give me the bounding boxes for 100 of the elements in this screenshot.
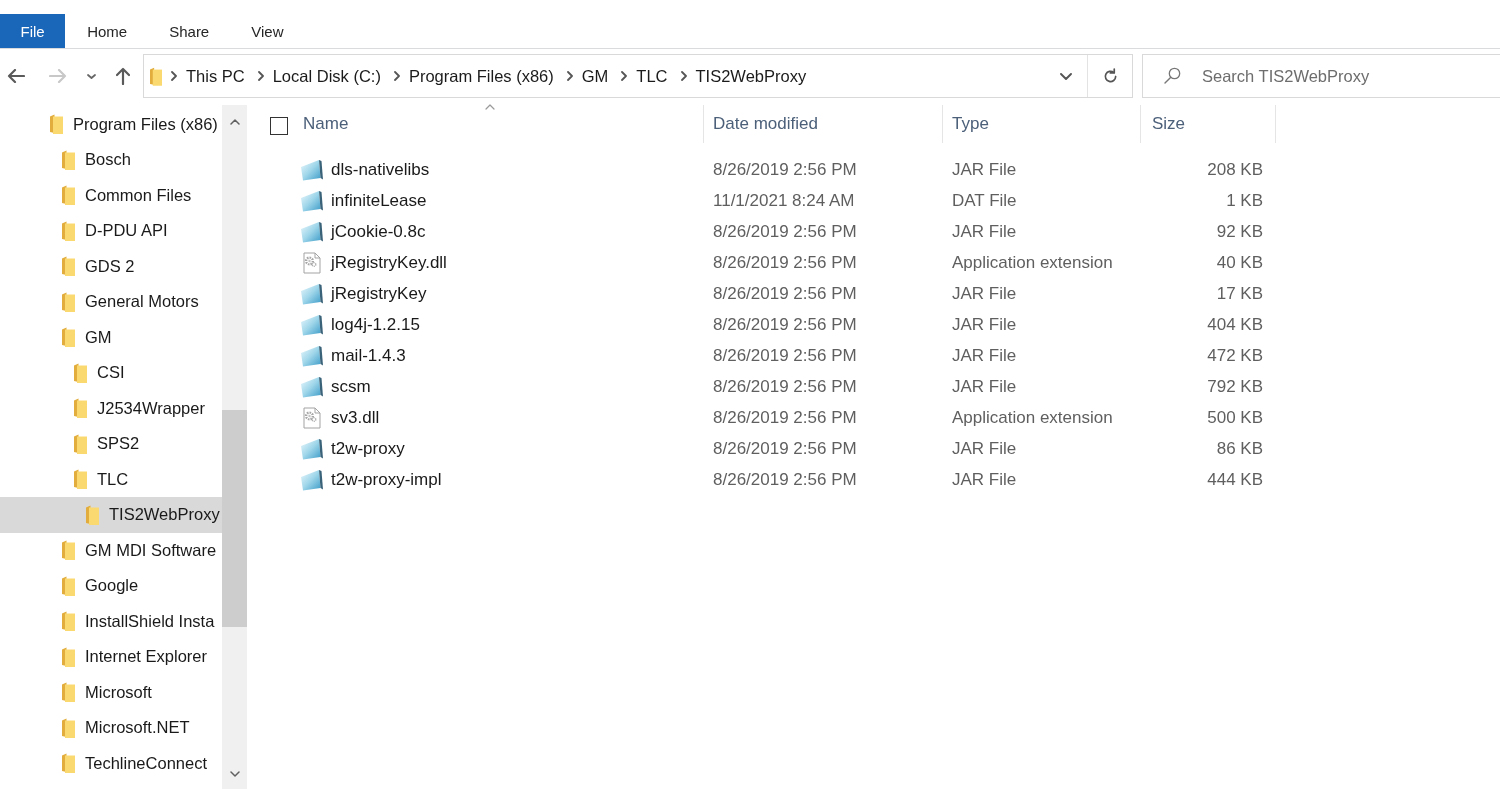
file-name[interactable]: jCookie-0.8c <box>331 222 426 242</box>
folder-icon <box>62 682 75 703</box>
file-date: 8/26/2019 2:56 PM <box>713 408 857 427</box>
file-date: 8/26/2019 2:56 PM <box>713 253 857 272</box>
file-name[interactable]: jRegistryKey <box>331 284 427 304</box>
file-icon <box>300 469 324 491</box>
chevron-right-icon <box>566 71 573 81</box>
address-bar[interactable]: This PC Local Disk (C:) Program Files (x86) GM TLC TIS2WebProxy <box>143 54 1133 98</box>
sidebar-item[interactable]: GM <box>0 319 222 355</box>
file-date: 8/26/2019 2:56 PM <box>713 160 857 179</box>
file-name[interactable]: infiniteLease <box>331 191 427 211</box>
folder-icon <box>62 220 75 241</box>
folder-icon <box>62 611 75 632</box>
column-header[interactable]: Name <box>299 105 704 143</box>
file-name[interactable]: log4j-1.2.15 <box>331 315 420 335</box>
sidebar-item[interactable]: TLC <box>0 461 222 497</box>
gear-document-icon <box>303 407 321 429</box>
sidebar-item[interactable]: Internet Explorer <box>0 639 222 675</box>
file-date: 8/26/2019 2:56 PM <box>713 346 857 365</box>
folder-icon <box>62 291 75 312</box>
sidebar-item[interactable]: General Motors <box>0 284 222 320</box>
breadcrumb-item[interactable]: GM <box>577 62 613 90</box>
sidebar-item[interactable]: Google <box>0 568 222 604</box>
chevron-down-icon[interactable] <box>229 771 240 777</box>
file-name[interactable]: jRegistryKey.dll <box>331 253 447 273</box>
arrow-right-icon <box>49 69 67 83</box>
file-icon <box>300 159 324 181</box>
breadcrumb-item[interactable]: TLC <box>632 62 672 90</box>
file-icon <box>300 314 324 336</box>
chevron-down-icon <box>86 73 96 79</box>
chevron-down-icon <box>1060 72 1072 80</box>
folder-icon <box>62 327 75 348</box>
file-name[interactable]: mail-1.4.3 <box>331 346 406 366</box>
chevron-right-icon <box>393 71 400 81</box>
breadcrumb-item[interactable]: Local Disk (C:) <box>268 62 385 90</box>
folder-icon <box>62 540 75 561</box>
chevron-right-icon <box>171 71 177 81</box>
sidebar-item[interactable]: J2534Wrapper <box>0 390 222 426</box>
file-date: 8/26/2019 2:56 PM <box>713 377 857 396</box>
arrow-up-icon <box>116 67 130 85</box>
file-icon <box>300 283 324 305</box>
sidebar-item[interactable]: TechlineConnect <box>0 745 222 781</box>
file-name[interactable]: scsm <box>331 377 371 397</box>
gear-document-icon <box>303 252 321 274</box>
select-all-checkbox[interactable] <box>270 117 288 135</box>
sidebar-item[interactable]: Program Files (x86) <box>0 106 222 142</box>
file-name[interactable]: sv3.dll <box>331 408 380 428</box>
file-name[interactable]: t2w-proxy <box>331 439 405 459</box>
file-size: 17 KB <box>1216 284 1263 303</box>
sidebar-item[interactable]: CSI <box>0 355 222 391</box>
chevron-up-icon[interactable] <box>229 119 240 125</box>
breadcrumb-item[interactable]: This PC <box>182 62 249 90</box>
file-date: 8/26/2019 2:56 PM <box>713 439 857 458</box>
file-size: 792 KB <box>1207 377 1263 396</box>
search-field[interactable]: Search TIS2WebProxy <box>1142 54 1500 98</box>
sidebar-item[interactable]: Common Files <box>0 177 222 213</box>
file-date: 8/26/2019 2:56 PM <box>713 470 857 489</box>
refresh-icon <box>1102 68 1118 84</box>
ribbon-tab[interactable]: View <box>231 14 304 48</box>
file-size: 208 KB <box>1207 160 1263 179</box>
folder-icon <box>74 362 87 383</box>
sidebar-item[interactable]: D-PDU API <box>0 213 222 249</box>
breadcrumb-item[interactable]: TIS2WebProxy <box>691 62 811 90</box>
folder-icon <box>74 398 87 419</box>
file-size: 472 KB <box>1207 346 1263 365</box>
file-size: 40 KB <box>1216 253 1263 272</box>
scrollbar-thumb[interactable] <box>222 410 247 627</box>
ribbon-tab[interactable]: Share <box>149 14 230 48</box>
sidebar-item[interactable]: Microsoft <box>0 674 222 710</box>
file-date: 8/26/2019 2:56 PM <box>713 284 857 303</box>
folder-icon <box>50 114 63 135</box>
folder-icon <box>62 185 75 206</box>
sidebar-item[interactable]: GM MDI Software <box>0 532 222 568</box>
file-type: JAR File <box>952 377 1017 396</box>
scrollbar[interactable] <box>222 105 247 789</box>
file-size: 92 KB <box>1216 222 1263 241</box>
sidebar-item[interactable]: SPS2 <box>0 426 222 462</box>
chevron-right-icon <box>680 71 687 81</box>
breadcrumb-item[interactable]: Program Files (x86) <box>404 62 558 90</box>
file-type: JAR File <box>952 439 1017 458</box>
sidebar-item[interactable]: InstallShield Insta <box>0 603 222 639</box>
folder-icon <box>62 256 75 277</box>
file-icon <box>300 190 324 212</box>
file-size: 86 KB <box>1216 439 1263 458</box>
sidebar-item[interactable]: Microsoft.NET <box>0 710 222 746</box>
sidebar-item[interactable]: GDS 2 <box>0 248 222 284</box>
file-icon <box>300 345 324 367</box>
column-header[interactable]: Date modified <box>704 105 943 143</box>
sidebar-item[interactable]: TIS2WebProxy <box>0 497 222 533</box>
sidebar-item[interactable]: Bosch <box>0 142 222 178</box>
folder-icon <box>62 753 75 774</box>
chevron-right-icon <box>621 71 628 81</box>
file-name[interactable]: dls-nativelibs <box>331 160 430 180</box>
file-icon <box>300 221 324 243</box>
column-header[interactable]: Size <box>1141 105 1276 143</box>
ribbon-tab[interactable]: Home <box>67 14 148 48</box>
file-name[interactable]: t2w-proxy-impl <box>331 470 442 490</box>
folder-icon <box>62 149 75 170</box>
column-header[interactable]: Type <box>943 105 1141 143</box>
folder-icon <box>62 575 75 596</box>
